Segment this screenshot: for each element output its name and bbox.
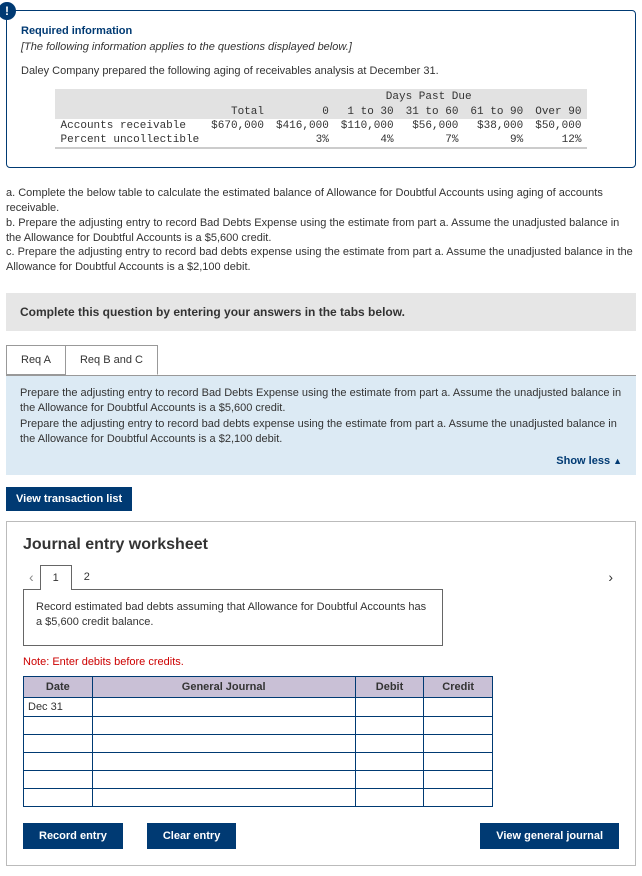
question-list: a. Complete the below table to calculate… (6, 186, 636, 275)
aging-col-31-60: 31 to 60 (400, 105, 465, 119)
je-row (24, 734, 493, 752)
aging-table: Days Past Due Total 0 1 to 30 31 to 60 6… (55, 89, 588, 149)
je-debit-cell[interactable] (355, 752, 424, 770)
je-debit-cell[interactable] (355, 734, 424, 752)
aging-cell: 12% (529, 133, 587, 148)
prompt-text-2: Prepare the adjusting entry to record ba… (20, 417, 622, 448)
je-credit-cell[interactable] (424, 716, 493, 734)
worksheet-tab-1[interactable]: 1 (40, 565, 72, 590)
je-date-cell[interactable] (24, 734, 93, 752)
record-entry-button[interactable]: Record entry (23, 823, 123, 849)
aging-cell: $670,000 (205, 119, 270, 133)
je-header-debit: Debit (355, 676, 424, 697)
aging-cell: 3% (270, 133, 335, 148)
je-date-cell[interactable] (24, 752, 93, 770)
clear-entry-button[interactable]: Clear entry (147, 823, 236, 849)
je-date-cell[interactable] (24, 788, 93, 806)
show-less-toggle[interactable]: Show less (20, 448, 622, 469)
aging-col-61-90: 61 to 90 (464, 105, 529, 119)
worksheet-tab-2[interactable]: 2 (72, 565, 102, 589)
aging-row-pct: Percent uncollectible 3% 4% 7% 9% 12% (55, 133, 588, 148)
aging-cell: 7% (400, 133, 465, 148)
chevron-left-icon[interactable]: ‹ (23, 569, 40, 585)
journal-entry-table: Date General Journal Debit Credit Dec 31 (23, 676, 493, 807)
je-row: Dec 31 (24, 697, 493, 716)
required-info-subtitle: [The following information applies to th… (21, 41, 621, 53)
instruction-bar: Complete this question by entering your … (6, 293, 636, 331)
worksheet-description: Record estimated bad debts assuming that… (23, 589, 443, 646)
intro-text: Daley Company prepared the following agi… (21, 65, 621, 77)
aging-cell: $56,000 (400, 119, 465, 133)
req-tabs: Req A Req B and C (6, 345, 636, 375)
question-b: b. Prepare the adjusting entry to record… (6, 216, 636, 246)
je-date-cell[interactable] (24, 716, 93, 734)
aging-cell: $416,000 (270, 119, 335, 133)
question-c: c. Prepare the adjusting entry to record… (6, 245, 636, 275)
required-info-panel: ! Required information [The following in… (6, 10, 636, 168)
prompt-panel: Prepare the adjusting entry to record Ba… (6, 375, 636, 475)
aging-cell: $38,000 (464, 119, 529, 133)
je-credit-cell[interactable] (424, 788, 493, 806)
je-date-cell[interactable]: Dec 31 (24, 697, 93, 716)
je-account-cell[interactable] (92, 697, 355, 716)
je-debit-cell[interactable] (355, 788, 424, 806)
aging-col-over90: Over 90 (529, 105, 587, 119)
chevron-right-icon[interactable]: › (602, 569, 619, 585)
view-general-journal-button[interactable]: View general journal (480, 823, 619, 849)
aging-cell: $110,000 (335, 119, 400, 133)
info-badge-icon: ! (0, 2, 16, 20)
aging-cell: 4% (335, 133, 400, 148)
aging-cell: $50,000 (529, 119, 587, 133)
question-a: a. Complete the below table to calculate… (6, 186, 636, 216)
aging-col-0 (55, 105, 206, 119)
je-header-general-journal: General Journal (92, 676, 355, 697)
worksheet-nav: ‹ 1 2 › (23, 564, 619, 589)
worksheet-title: Journal entry worksheet (23, 536, 619, 554)
je-row (24, 752, 493, 770)
debits-before-credits-note: Note: Enter debits before credits. (23, 656, 619, 668)
je-account-cell[interactable] (92, 752, 355, 770)
aging-col-total: Total (205, 105, 270, 119)
je-debit-cell[interactable] (355, 697, 424, 716)
je-credit-cell[interactable] (424, 734, 493, 752)
aging-col-0days: 0 (270, 105, 335, 119)
tab-req-a[interactable]: Req A (6, 345, 66, 375)
je-account-cell[interactable] (92, 734, 355, 752)
je-row (24, 788, 493, 806)
prompt-text-1: Prepare the adjusting entry to record Ba… (20, 386, 622, 417)
aging-cell (205, 133, 270, 148)
aging-row-ar-label: Accounts receivable (55, 119, 206, 133)
je-debit-cell[interactable] (355, 716, 424, 734)
je-account-cell[interactable] (92, 716, 355, 734)
je-header-date: Date (24, 676, 93, 697)
aging-col-1-30: 1 to 30 (335, 105, 400, 119)
aging-cell: 9% (464, 133, 529, 148)
tab-req-b-c[interactable]: Req B and C (66, 345, 158, 375)
je-credit-cell[interactable] (424, 697, 493, 716)
view-transaction-list-button[interactable]: View transaction list (6, 487, 132, 511)
je-account-cell[interactable] (92, 788, 355, 806)
worksheet-buttons: Record entry Clear entry View general jo… (23, 823, 619, 849)
aging-header-span: Days Past Due (270, 89, 587, 105)
aging-row-ar: Accounts receivable $670,000 $416,000 $1… (55, 119, 588, 133)
je-header-credit: Credit (424, 676, 493, 697)
required-info-title: Required information (21, 25, 621, 37)
journal-entry-worksheet: Journal entry worksheet ‹ 1 2 › Record e… (6, 521, 636, 866)
je-credit-cell[interactable] (424, 752, 493, 770)
aging-row-pct-label: Percent uncollectible (55, 133, 206, 148)
je-row (24, 716, 493, 734)
